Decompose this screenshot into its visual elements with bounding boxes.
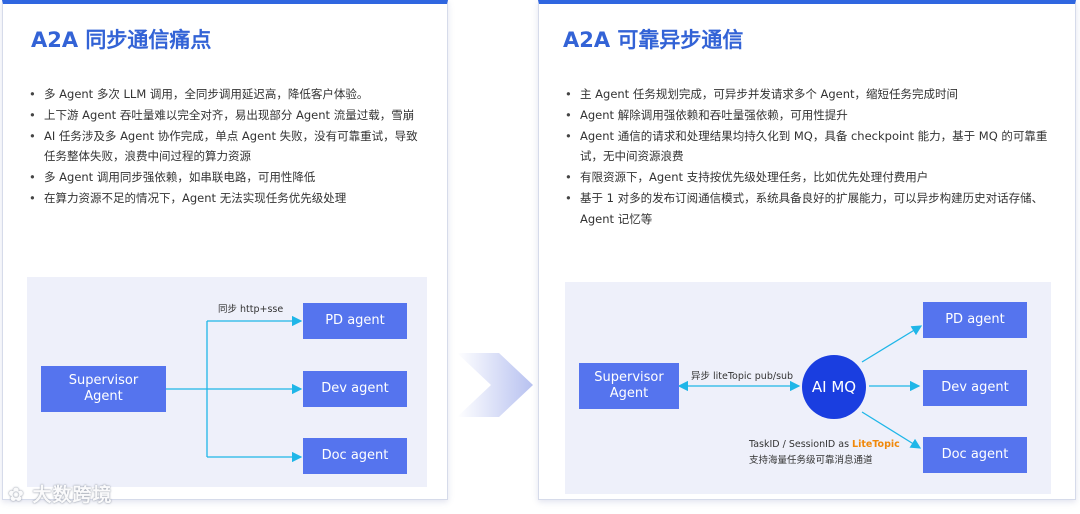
ai-mq-node: AI MQ (802, 355, 866, 419)
async-doc-agent: Doc agent (923, 437, 1027, 473)
sync-panel: A2A 同步通信痛点 多 Agent 多次 LLM 调用，全同步调用延迟高，降低… (2, 0, 448, 500)
async-bullet: Agent 解除调用强依赖和吞吐量强依赖，可用性提升 (563, 105, 1053, 126)
async-diagram: Supervisor Agent 异步 liteTopic pub/sub AI… (565, 282, 1051, 494)
sync-supervisor-agent: Supervisor Agent (41, 366, 166, 412)
async-panel: A2A 可靠异步通信 主 Agent 任务规划完成，可异步并发请求多个 Agen… (538, 0, 1076, 500)
async-supervisor-agent: Supervisor Agent (579, 363, 679, 409)
async-supervisor-line2: Agent (609, 386, 649, 401)
async-bullet: 有限资源下，Agent 支持按优先级处理任务，比如优先处理付费用户 (563, 167, 1053, 188)
watermark-icon: ✿ (8, 484, 25, 506)
async-bullet: Agent 通信的请求和处理结果均持久化到 MQ，具备 checkpoint 能… (563, 126, 1053, 168)
async-supervisor-line1: Supervisor (594, 370, 664, 385)
async-edge-label: 异步 liteTopic pub/sub (691, 371, 794, 382)
sync-bullet: 多 Agent 调用同步强依赖，如串联电路，可用性降低 (27, 167, 427, 188)
mq-note-line2: 支持海量任务级可靠消息通道 (749, 455, 873, 466)
sync-doc-agent: Doc agent (303, 438, 407, 474)
async-bullet: 主 Agent 任务规划完成，可异步并发请求多个 Agent，缩短任务完成时间 (563, 84, 1053, 105)
mq-note-highlight: LiteTopic (852, 439, 900, 450)
async-bullet: 基于 1 对多的发布订阅通信模式，系统具备良好的扩展能力，可以异步构建历史对话存… (563, 188, 1053, 230)
watermark-logo: ✿ 大数跨境 (8, 480, 113, 507)
sync-bullet-list: 多 Agent 多次 LLM 调用，全同步调用延迟高，降低客户体验。 上下游 A… (27, 84, 427, 209)
sync-supervisor-line2: Agent (84, 389, 123, 404)
sync-diagram: Supervisor Agent 同步 http+sse PD agent De… (27, 277, 427, 487)
sync-pd-agent: PD agent (303, 303, 407, 339)
async-title: A2A 可靠异步通信 (563, 28, 744, 52)
sync-bullet: AI 任务涉及多 Agent 协作完成，单点 Agent 失败，没有可靠重试，导… (27, 126, 427, 168)
watermark-text: 大数跨境 (32, 484, 113, 506)
async-dev-agent: Dev agent (923, 370, 1027, 406)
async-bullet-list: 主 Agent 任务规划完成，可异步并发请求多个 Agent，缩短任务完成时间 … (563, 84, 1053, 230)
sync-title: A2A 同步通信痛点 (31, 28, 212, 52)
mq-note: TaskID / SessionID as LiteTopic 支持海量任务级可… (749, 437, 900, 469)
sync-supervisor-line1: Supervisor (68, 373, 139, 388)
sync-bullet: 在算力资源不足的情况下，Agent 无法实现任务优先级处理 (27, 188, 427, 209)
transition-arrow-icon (457, 353, 533, 417)
sync-edge-label: 同步 http+sse (218, 304, 284, 315)
async-arrow-pd (861, 325, 923, 363)
sync-bullet: 上下游 Agent 吞吐量难以完全对齐，易出现部分 Agent 流量过载，雪崩 (27, 105, 427, 126)
mq-note-prefix: TaskID / SessionID as (749, 439, 853, 450)
sync-bullet: 多 Agent 多次 LLM 调用，全同步调用延迟高，降低客户体验。 (27, 84, 427, 105)
async-pd-agent: PD agent (923, 302, 1027, 338)
sync-dev-agent: Dev agent (303, 371, 407, 407)
